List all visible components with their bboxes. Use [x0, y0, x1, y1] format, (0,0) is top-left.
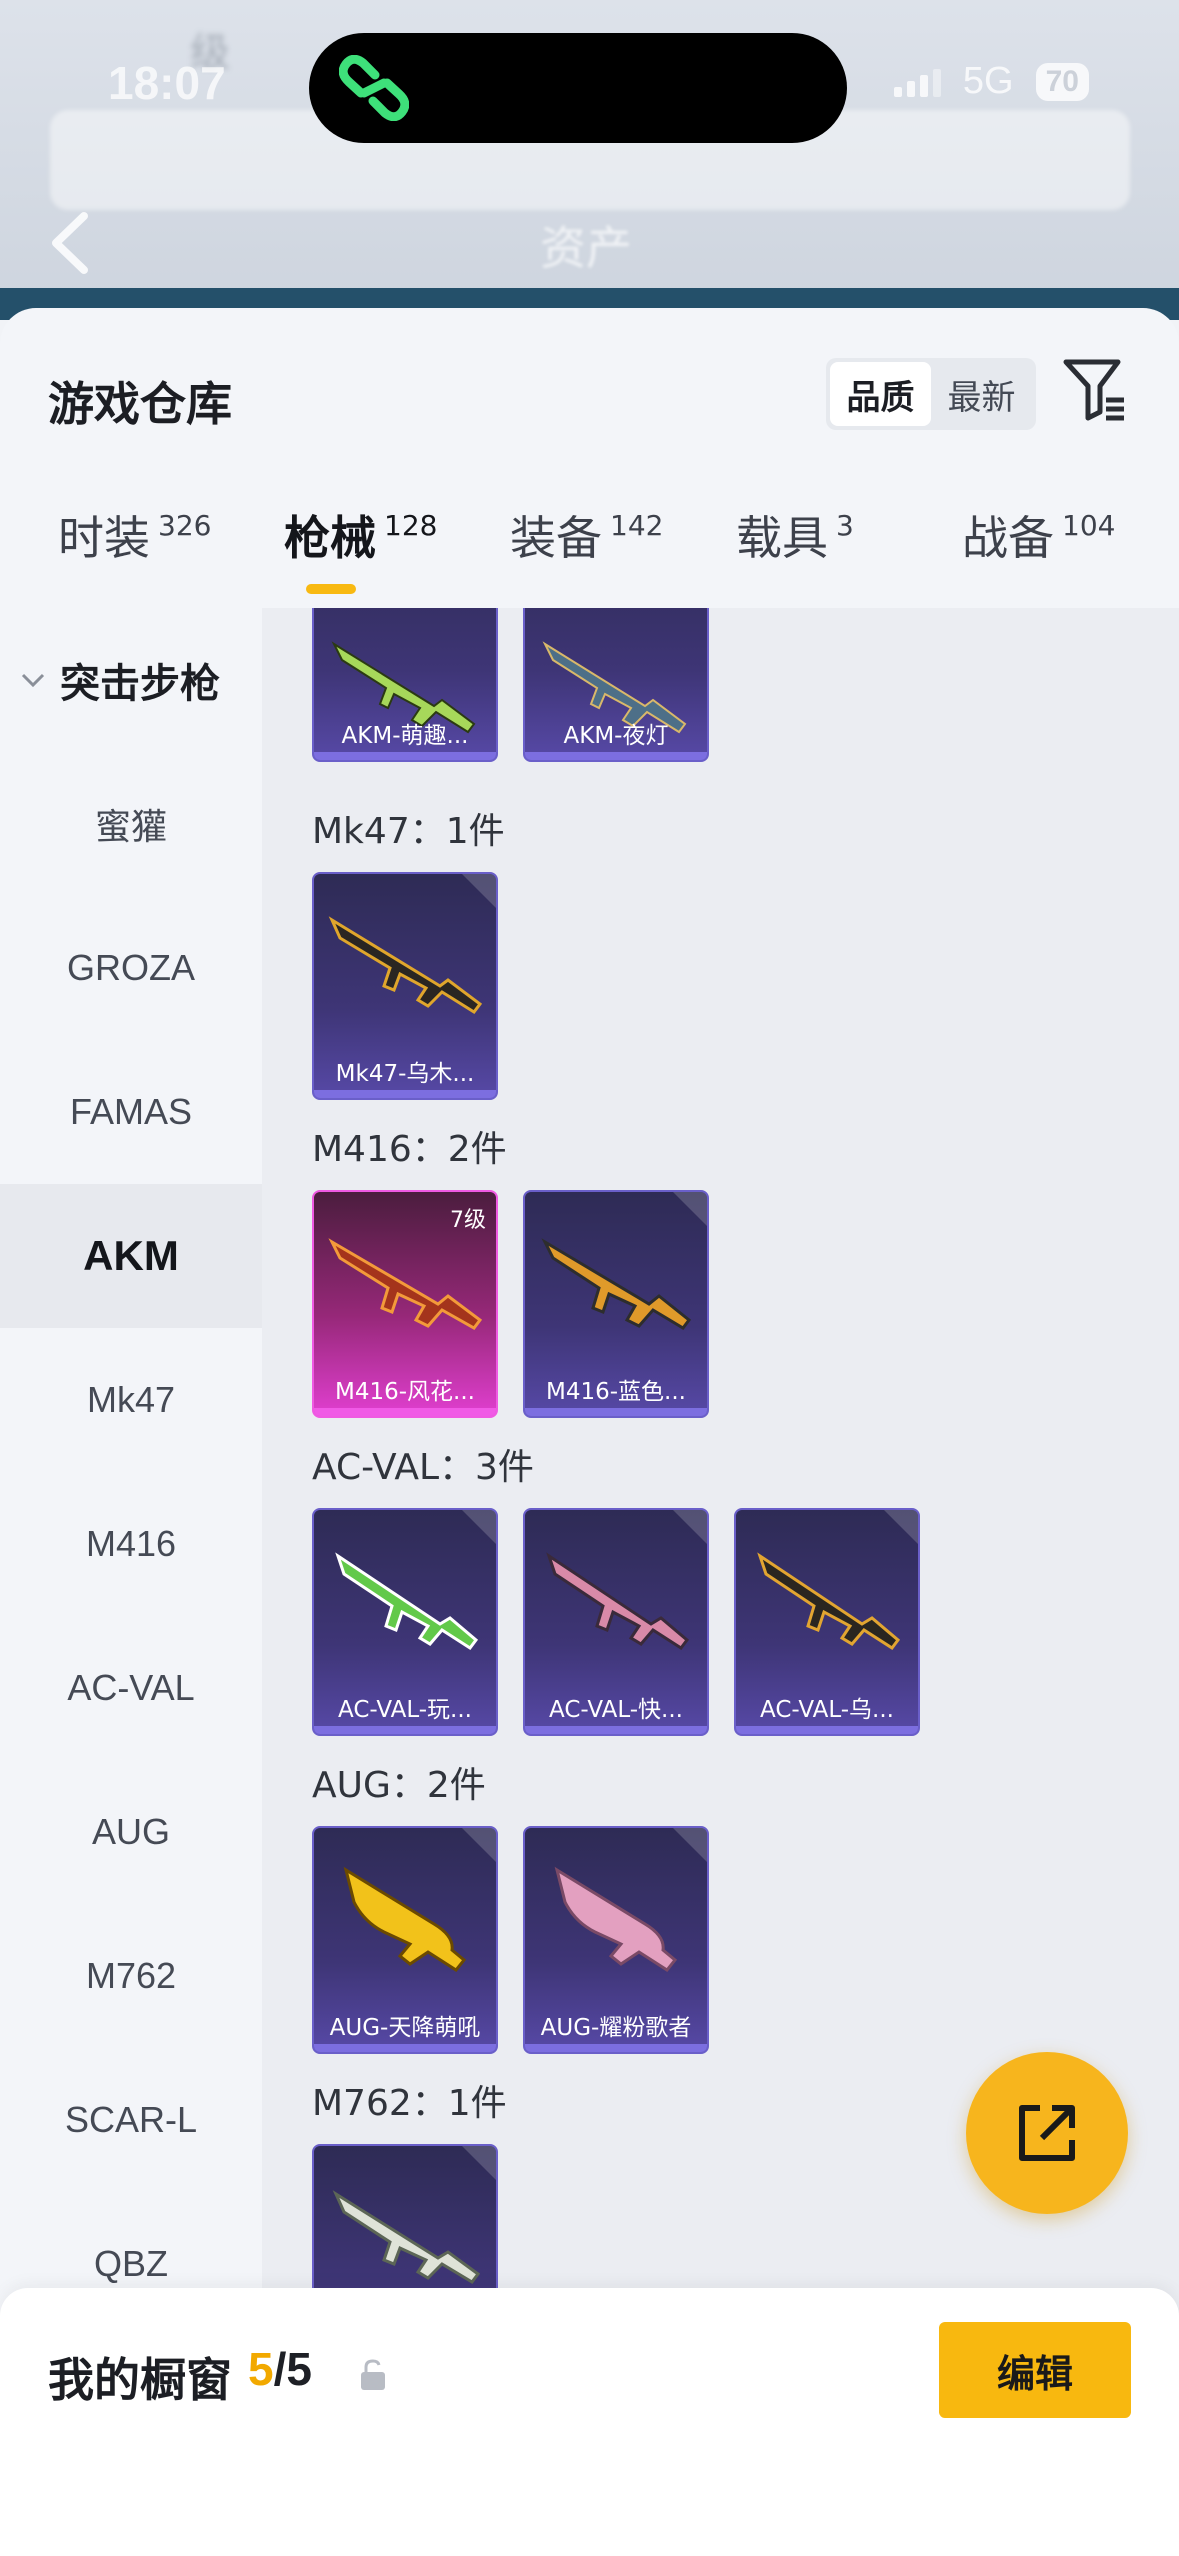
weapon-card-name: AC-VAL-玩... [338, 1697, 472, 1723]
sort-quality-button[interactable]: 品质 [830, 362, 931, 426]
tab-fashion[interactable]: 时装 326 [58, 498, 211, 608]
rifle-skin-icon [332, 2190, 481, 2284]
battery-icon: 70 [1035, 62, 1089, 101]
weapon-card[interactable]: AUG-耀粉歌者 [523, 1826, 709, 2054]
status-indicators: 5G 70 [893, 60, 1089, 103]
tab-supplies[interactable]: 战备 104 [962, 498, 1115, 608]
tab-label: 载具 [736, 511, 828, 565]
share-icon [1019, 2105, 1075, 2161]
weapon-card[interactable]: AKM-萌趣... [312, 608, 498, 762]
back-arrow-icon[interactable] [46, 208, 96, 278]
sort-toggle: 品质 最新 [826, 358, 1036, 430]
sidebar-item-akm[interactable]: AKM [0, 1184, 262, 1328]
network-label: 5G [962, 60, 1014, 102]
weapon-card[interactable]: 7级 M416-风花... [312, 1190, 498, 1418]
sidebar-category-assault-rifle[interactable]: 突击步枪 [20, 608, 220, 752]
share-button[interactable] [966, 2052, 1128, 2214]
weapon-sidebar: 突击步枪 蜜獾 GROZA FAMAS AKM Mk47 M416 AC-VAL… [0, 608, 262, 2556]
tab-count: 142 [610, 509, 664, 542]
rifle-skin-icon [554, 1866, 678, 1972]
signal-icon [893, 67, 941, 97]
tab-label: 时装 [58, 511, 150, 565]
app-logo-icon [339, 55, 409, 121]
weapon-card-name: AC-VAL-乌... [760, 1697, 894, 1723]
weapon-card-name: Mk47-乌木... [335, 1061, 475, 1087]
weapon-card-name: AUG-天降萌吼 [329, 2015, 481, 2041]
section-label-mk47: Mk47：1件 [312, 811, 505, 852]
showcase-total: /5 [273, 2343, 312, 2395]
sidebar-item-scar-l[interactable]: SCAR-L [0, 2048, 262, 2192]
weapon-card[interactable]: AC-VAL-快... [523, 1508, 709, 1736]
weapon-card-name: AKM-萌趣... [341, 723, 469, 749]
weapon-card[interactable]: M416-蓝色... [523, 1190, 709, 1418]
sidebar-item-m416[interactable]: M416 [0, 1472, 262, 1616]
sidebar-item-ac-val[interactable]: AC-VAL [0, 1616, 262, 1760]
sidebar-item-groza[interactable]: GROZA [0, 896, 262, 1040]
section-label-aug: AUG：2件 [312, 1765, 486, 1806]
rifle-skin-icon [343, 1866, 467, 1972]
status-time: 18:07 [108, 57, 226, 109]
category-tabs: 时装 326 枪械 128 装备 142 载具 3 战备 104 [0, 498, 1179, 608]
warehouse-sheet: 游戏仓库 品质 最新 时装 326 枪械 128 装备 142 载具 3 战备 … [0, 308, 1179, 2556]
tab-label: 装备 [510, 511, 602, 565]
weapon-card[interactable]: AUG-天降萌吼 [312, 1826, 498, 2054]
sidebar-item-famas[interactable]: FAMAS [0, 1040, 262, 1184]
tab-count: 104 [1062, 509, 1116, 542]
chevron-down-icon [21, 673, 45, 688]
section-label-m762: M762：1件 [312, 2083, 507, 2124]
tab-label: 枪械 [284, 511, 376, 565]
rifle-skin-icon [757, 1552, 901, 1651]
page-title: 资产 [540, 221, 632, 275]
sidebar-item-honey-badger[interactable]: 蜜獾 [0, 752, 262, 896]
sidebar-category-label: 突击步枪 [60, 661, 220, 707]
tab-equipment[interactable]: 装备 142 [510, 498, 663, 608]
weapon-card[interactable]: AC-VAL-乌... [734, 1508, 920, 1736]
rifle-skin-icon [541, 1238, 692, 1330]
weapon-card-name: AKM-夜灯 [563, 723, 669, 749]
showcase-title: 我的橱窗 [48, 2353, 232, 2407]
tab-count: 326 [158, 509, 212, 542]
section-label-ac-val: AC-VAL：3件 [312, 1447, 534, 1488]
sidebar-item-aug[interactable]: AUG [0, 1760, 262, 1904]
weapon-card[interactable]: Mk47-乌木... [312, 872, 498, 1100]
rifle-skin-icon [328, 1238, 483, 1330]
showcase-bar: 我的橱窗 5/5 编辑 [0, 2288, 1179, 2556]
weapon-card-name: M416-蓝色... [546, 1379, 686, 1405]
active-tab-indicator [306, 584, 356, 594]
tab-label: 战备 [962, 511, 1054, 565]
sidebar-item-m762[interactable]: M762 [0, 1904, 262, 2048]
weapon-card-name: AUG-耀粉歌者 [540, 2015, 692, 2041]
weapon-card-name: M416-风花... [335, 1379, 475, 1405]
rifle-skin-icon [546, 1552, 690, 1651]
lock-icon [361, 2359, 385, 2390]
tab-count: 3 [836, 509, 854, 542]
showcase-current: 5 [248, 2343, 274, 2395]
warehouse-title: 游戏仓库 [48, 377, 232, 431]
weapon-card-name: AC-VAL-快... [549, 1697, 683, 1723]
weapon-card[interactable]: AC-VAL-玩... [312, 1508, 498, 1736]
section-label-m416: M416：2件 [312, 1129, 507, 1170]
filter-icon[interactable] [1062, 356, 1126, 422]
sidebar-item-mk47[interactable]: Mk47 [0, 1328, 262, 1472]
tab-vehicles[interactable]: 载具 3 [736, 498, 854, 608]
dynamic-island [309, 33, 847, 143]
rifle-skin-icon [328, 916, 483, 1015]
weapon-card[interactable]: AKM-夜灯 [523, 608, 709, 762]
weapon-content: AKM-萌趣... AKM-夜灯 Mk47：1件 Mk47-乌木... M416… [262, 608, 1179, 2556]
rifle-skin-icon [335, 1552, 479, 1651]
edit-button[interactable]: 编辑 [939, 2322, 1131, 2418]
sort-newest-button[interactable]: 最新 [931, 362, 1032, 426]
showcase-count: 5/5 [248, 2342, 312, 2396]
tab-count: 128 [384, 509, 438, 542]
